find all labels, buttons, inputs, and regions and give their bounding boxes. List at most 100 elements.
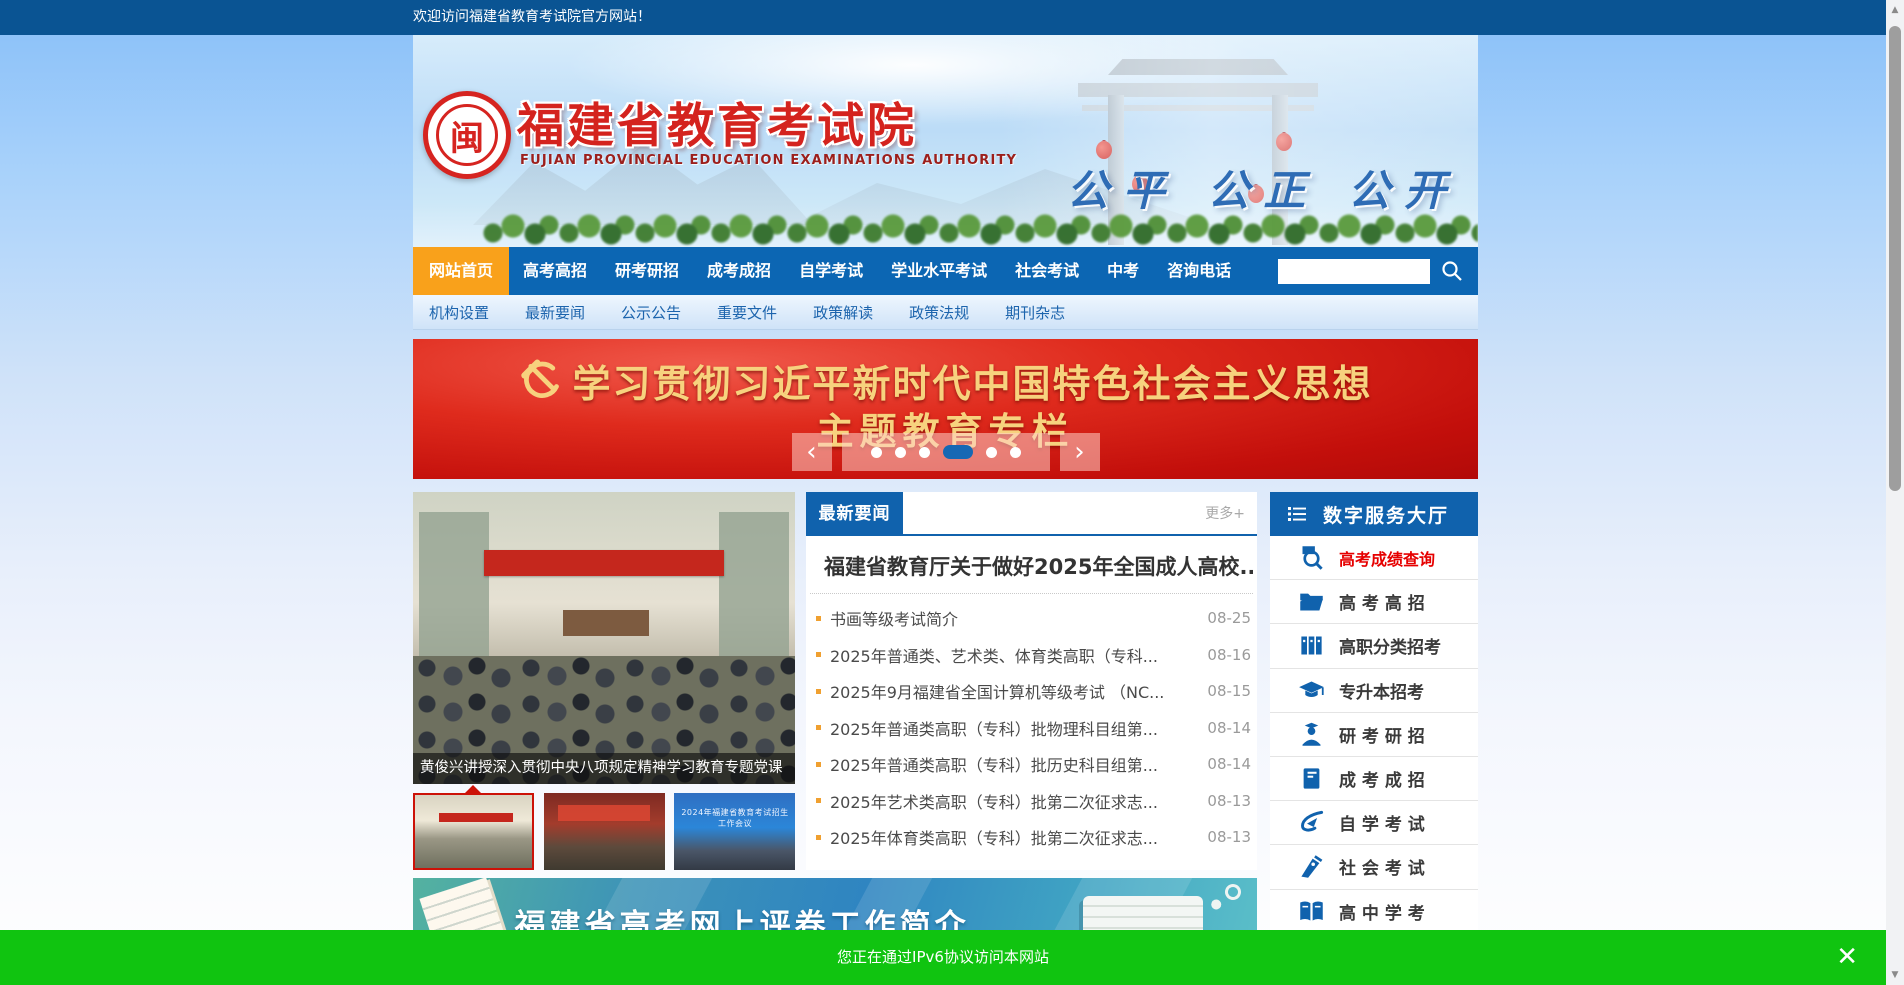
carousel-prev-button[interactable]: ‹	[792, 433, 832, 471]
news-row[interactable]: 2025年体育类高职（专科）批第二次征求志... 08-13	[814, 819, 1251, 856]
bullet-icon	[816, 762, 821, 767]
nav-item-home[interactable]: 网站首页	[413, 247, 509, 295]
bullet-icon	[816, 798, 821, 803]
services-header: 数字服务大厅	[1270, 492, 1478, 536]
photo-thumbnails: 2024年福建省教育考试招生工作会议	[413, 793, 795, 870]
sub-nav: 机构设置 最新要闻 公示公告 重要文件 政策解读 政策法规 期刊杂志	[413, 295, 1478, 330]
news-list: 书画等级考试简介 08-25 2025年普通类、艺术类、体育类高职（专科... …	[806, 594, 1257, 856]
glasses-illustration	[1223, 882, 1244, 903]
nav-item-chengkao[interactable]: 成考成招	[693, 247, 785, 295]
bullet-icon	[816, 725, 821, 730]
scroll-up-arrow-icon[interactable]: ▲	[1886, 2, 1904, 18]
subnav-item-jiedu[interactable]: 政策解读	[813, 302, 873, 323]
news-row[interactable]: 2025年普通类高职（专科）批物理科目组第... 08-14	[814, 710, 1251, 747]
party-emblem-icon	[518, 359, 562, 403]
search-input[interactable]	[1278, 259, 1430, 284]
carousel-dot[interactable]	[919, 447, 930, 458]
service-gaozhi[interactable]: 高职分类招考	[1270, 624, 1478, 668]
folder-icon	[1298, 588, 1325, 615]
nav-item-yankao[interactable]: 研考研招	[601, 247, 693, 295]
search-doc-icon	[1298, 544, 1325, 571]
photo-carousel: 黄俊兴讲授深入贯彻中央八项规定精神学习教育专题党课 2024年福建省教育考试招生…	[413, 492, 795, 870]
welcome-text: 欢迎访问福建省教育考试院官方网站！	[413, 0, 651, 35]
bullet-icon	[816, 689, 821, 694]
service-zixue[interactable]: 自 学 考 试	[1270, 801, 1478, 845]
carousel-controls: ‹ ›	[413, 433, 1478, 471]
carousel-dot-active[interactable]	[943, 445, 973, 459]
news-header: 最新要闻 更多+	[806, 492, 1257, 536]
nav-item-phone[interactable]: 咨询电话	[1153, 247, 1245, 295]
nav-item-zhongkao[interactable]: 中考	[1093, 247, 1153, 295]
site-logo[interactable]: 闽	[423, 91, 511, 179]
scroll-down-arrow-icon[interactable]: ▼	[1886, 967, 1904, 983]
service-zhuanshengben[interactable]: 专升本招考	[1270, 669, 1478, 713]
ipv6-message: 您正在通过IPv6协议访问本网站	[0, 930, 1886, 985]
carousel-dot[interactable]	[871, 447, 882, 458]
close-icon[interactable]: ✕	[1836, 930, 1858, 985]
subnav-item-gongshi[interactable]: 公示公告	[621, 302, 681, 323]
list-menu-icon	[1285, 502, 1309, 526]
binders-icon	[1298, 632, 1325, 659]
subnav-item-jigou[interactable]: 机构设置	[429, 302, 489, 323]
nav-item-zixue[interactable]: 自学考试	[785, 247, 877, 295]
service-gaokao[interactable]: 高 考 高 招	[1270, 580, 1478, 624]
subnav-item-qikan[interactable]: 期刊杂志	[1005, 302, 1065, 323]
scrollbar-thumb[interactable]	[1889, 26, 1901, 491]
theme-banner[interactable]: 学习贯彻习近平新时代中国特色社会主义思想 主题教育专栏 ‹ ›	[413, 339, 1478, 479]
news-row[interactable]: 2025年普通类高职（专科）批历史科目组第... 08-14	[814, 746, 1251, 783]
news-row[interactable]: 书画等级考试简介 08-25	[814, 600, 1251, 637]
thumbnail-2[interactable]	[544, 793, 665, 870]
service-yankao[interactable]: 研 考 研 招	[1270, 713, 1478, 757]
photo-main-image[interactable]: 黄俊兴讲授深入贯彻中央八项规定精神学习教育专题党课	[413, 492, 795, 784]
subnav-item-fagui[interactable]: 政策法规	[909, 302, 969, 323]
services-title: 数字服务大厅	[1323, 501, 1449, 528]
search-icon[interactable]	[1440, 259, 1464, 283]
search-area	[1278, 247, 1478, 295]
page-scrollbar[interactable]: ▲ ▼	[1886, 0, 1904, 985]
nav-item-shehui[interactable]: 社会考试	[1001, 247, 1093, 295]
news-panel: 最新要闻 更多+ 福建省教育厅关于做好2025年全国成人高校... 书画等级考试…	[806, 492, 1257, 870]
carousel-dot[interactable]	[986, 447, 997, 458]
subnav-item-wenjian[interactable]: 重要文件	[717, 302, 777, 323]
notebook-icon	[1298, 765, 1325, 792]
service-shehui[interactable]: 社 会 考 试	[1270, 845, 1478, 889]
news-headline[interactable]: 福建省教育厅关于做好2025年全国成人高校...	[810, 536, 1253, 594]
carousel-next-button[interactable]: ›	[1060, 433, 1100, 471]
logo-character: 闽	[450, 111, 484, 160]
fairness-slogan: 公平 公正 公开	[1067, 157, 1460, 218]
grad-cap-icon	[1298, 677, 1325, 704]
thumbnail-3-label: 2024年福建省教育考试招生工作会议	[680, 807, 790, 829]
thumbnail-1-selected[interactable]	[413, 793, 534, 870]
open-book-icon	[1298, 898, 1325, 925]
carousel-dots	[842, 433, 1050, 471]
news-row[interactable]: 2025年9月福建省全国计算机等级考试 （NC... 08-15	[814, 673, 1251, 710]
bullet-icon	[816, 616, 821, 621]
ipv6-notice-bar: 您正在通过IPv6协议访问本网站 ✕	[0, 930, 1886, 985]
service-gaozhong[interactable]: 高 中 学 考	[1270, 890, 1478, 934]
pen-nib-icon	[1298, 853, 1325, 880]
tab-latest-news[interactable]: 最新要闻	[806, 492, 903, 536]
site-title-english: FUJIAN PROVINCIAL EDUCATION EXAMINATIONS…	[520, 153, 1017, 168]
swoosh-pen-icon	[1298, 809, 1325, 836]
thumbnail-3[interactable]: 2024年福建省教育考试招生工作会议	[674, 793, 795, 870]
news-more-link[interactable]: 更多+	[1205, 492, 1245, 536]
main-nav: 网站首页 高考高招 研考研招 成考成招 自学考试 学业水平考试 社会考试 中考 …	[413, 247, 1478, 295]
nav-item-xueye[interactable]: 学业水平考试	[877, 247, 1001, 295]
welcome-bar: 欢迎访问福建省教育考试院官方网站！	[0, 0, 1904, 35]
nav-item-gaokao[interactable]: 高考高招	[509, 247, 601, 295]
news-row[interactable]: 2025年艺术类高职（专科）批第二次征求志... 08-13	[814, 783, 1251, 820]
page: 欢迎访问福建省教育考试院官方网站！ 闽 福建省教育考试院 FUJIAN PROV…	[0, 0, 1904, 985]
service-chengkao[interactable]: 成 考 成 招	[1270, 757, 1478, 801]
carousel-dot[interactable]	[895, 447, 906, 458]
graduate-icon	[1298, 721, 1325, 748]
service-score-query[interactable]: 高考成绩查询	[1270, 536, 1478, 580]
photo-caption[interactable]: 黄俊兴讲授深入贯彻中央八项规定精神学习教育专题党课	[413, 753, 795, 784]
site-header: 闽 福建省教育考试院 FUJIAN PROVINCIAL EDUCATION E…	[413, 35, 1478, 247]
carousel-dot[interactable]	[1010, 447, 1021, 458]
meeting-banner-decoration	[484, 550, 724, 576]
bullet-icon	[816, 835, 821, 840]
thumb-pointer	[465, 785, 481, 793]
subnav-item-yaowen[interactable]: 最新要闻	[525, 302, 585, 323]
news-row[interactable]: 2025年普通类、艺术类、体育类高职（专科... 08-16	[814, 637, 1251, 674]
bullet-icon	[816, 652, 821, 657]
